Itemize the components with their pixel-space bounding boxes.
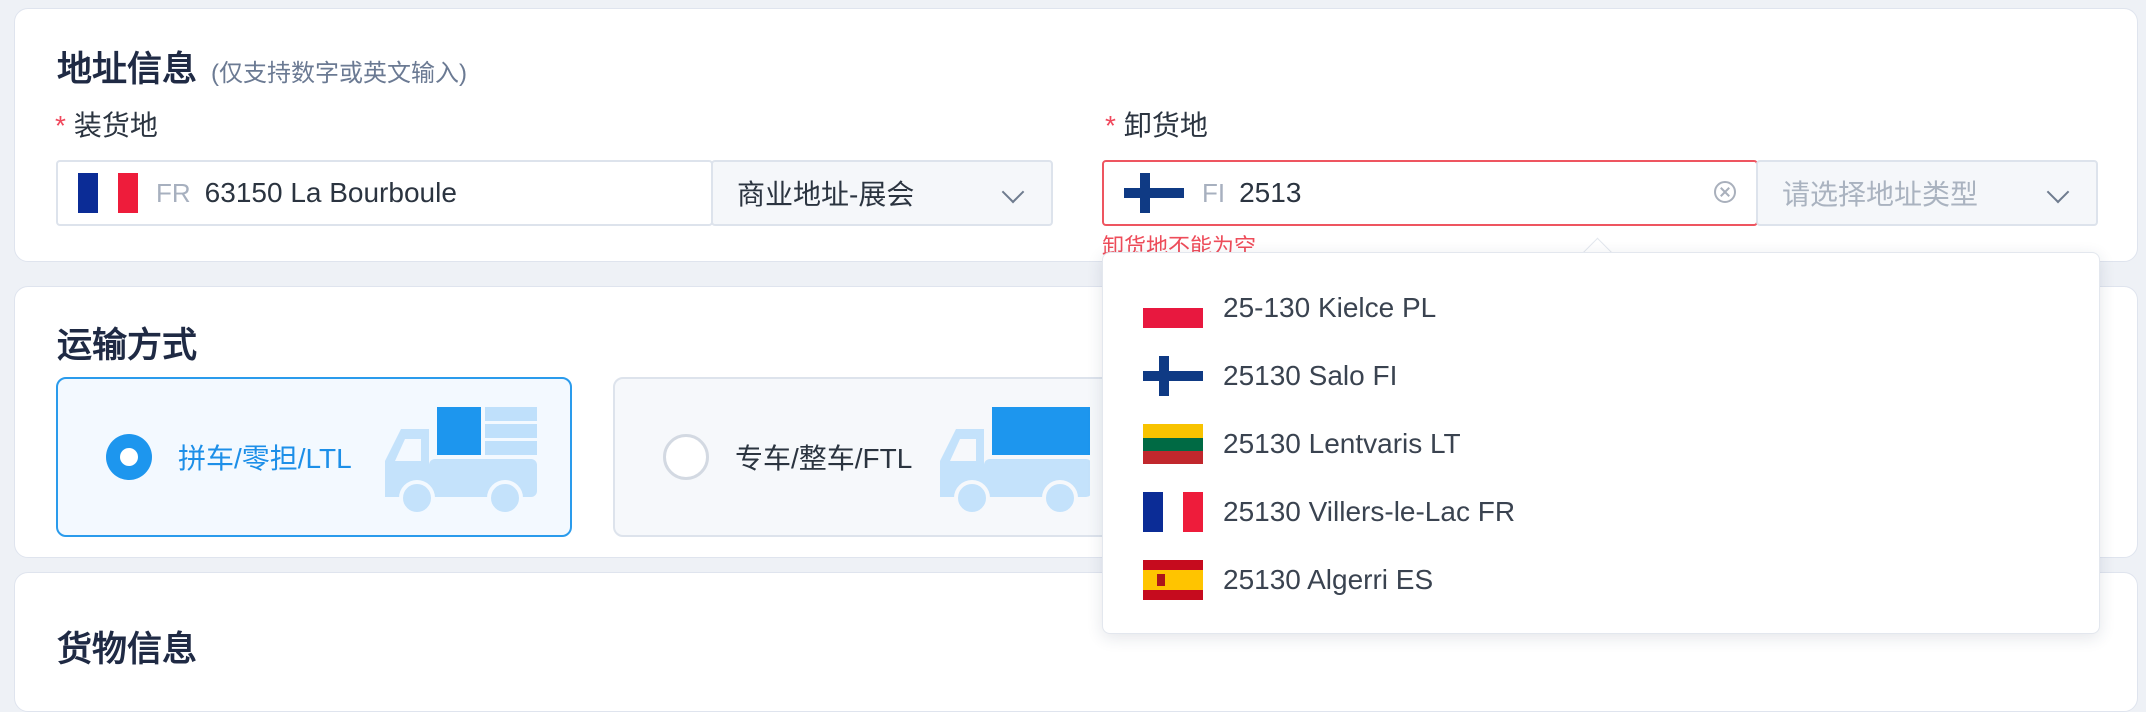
pickup-address-input[interactable]: FR 63150 La Bourboule bbox=[56, 160, 713, 226]
suggestion-item[interactable]: 25130 Villers-le-Lac FR bbox=[1143, 487, 1515, 537]
flag-lt-icon bbox=[1143, 424, 1203, 464]
address-note: (仅支持数字或英文输入) bbox=[211, 60, 467, 87]
required-mark: * bbox=[1105, 110, 1116, 141]
suggestion-item[interactable]: 25130 Lentvaris LT bbox=[1143, 419, 1461, 469]
radio-selected[interactable] bbox=[106, 434, 152, 480]
suggestion-text: 25130 Salo FI bbox=[1223, 360, 1398, 391]
chevron-down-icon bbox=[1001, 180, 1025, 204]
address-title-text: 地址信息 bbox=[57, 50, 198, 89]
flag-fi-icon bbox=[1143, 356, 1203, 396]
pickup-address-type-value: 商业地址-展会 bbox=[737, 179, 915, 210]
flag-fi-icon bbox=[1124, 173, 1184, 213]
delivery-address-type-select[interactable]: 请选择地址类型 bbox=[1756, 160, 2098, 226]
delivery-country-code: FI bbox=[1202, 177, 1226, 208]
delivery-label-text: 卸货地 bbox=[1123, 110, 1208, 141]
truck-ftl-icon bbox=[940, 407, 1090, 515]
cargo-section-title: 货物信息 bbox=[57, 630, 198, 669]
suggestion-text: 25130 Lentvaris LT bbox=[1223, 428, 1461, 459]
pickup-label: * 装货地 bbox=[55, 104, 158, 144]
flag-fr-icon bbox=[78, 173, 138, 213]
chevron-down-icon bbox=[2046, 180, 2070, 204]
suggestion-item[interactable]: 25130 Salo FI bbox=[1143, 351, 1397, 401]
flag-es-icon bbox=[1143, 560, 1203, 600]
suggestion-text: 25130 Algerri ES bbox=[1223, 564, 1434, 595]
suggestion-item[interactable]: 25-130 Kielce PL bbox=[1143, 283, 1436, 333]
pickup-country-code: FR bbox=[156, 177, 191, 208]
pickup-address-value: 63150 La Bourboule bbox=[204, 177, 457, 208]
delivery-address-value: 2513 bbox=[1239, 177, 1302, 208]
suggestion-item[interactable]: 25130 Algerri ES bbox=[1143, 555, 1433, 605]
transport-option-ftl-label: 专车/整车/FTL bbox=[735, 443, 913, 474]
truck-ltl-icon bbox=[385, 407, 537, 515]
delivery-address-input[interactable]: FI 2513 bbox=[1102, 160, 1758, 226]
delivery-label: * 卸货地 bbox=[1105, 104, 1208, 144]
suggestion-text: 25-130 Kielce PL bbox=[1223, 292, 1437, 323]
flag-pl-icon bbox=[1143, 288, 1203, 328]
delivery-address-type-placeholder: 请选择地址类型 bbox=[1782, 179, 1979, 210]
address-section-title: 地址信息 (仅支持数字或英文输入) bbox=[57, 41, 467, 92]
transport-option-ftl[interactable]: 专车/整车/FTL bbox=[613, 377, 1133, 537]
clear-icon[interactable] bbox=[1714, 181, 1736, 203]
suggestion-text: 25130 Villers-le-Lac FR bbox=[1223, 496, 1516, 527]
address-suggestions-dropdown: 25-130 Kielce PL 25130 Salo FI 25130 Len… bbox=[1102, 252, 2100, 634]
pickup-label-text: 装货地 bbox=[73, 110, 158, 141]
flag-fr-icon bbox=[1143, 492, 1203, 532]
transport-section-title: 运输方式 bbox=[57, 326, 198, 365]
pickup-address-type-select[interactable]: 商业地址-展会 bbox=[711, 160, 1053, 226]
transport-option-ltl[interactable]: 拼车/零担/LTL bbox=[56, 377, 572, 537]
radio-unselected[interactable] bbox=[663, 434, 709, 480]
transport-option-ltl-label: 拼车/零担/LTL bbox=[178, 443, 352, 474]
required-mark: * bbox=[55, 110, 66, 141]
